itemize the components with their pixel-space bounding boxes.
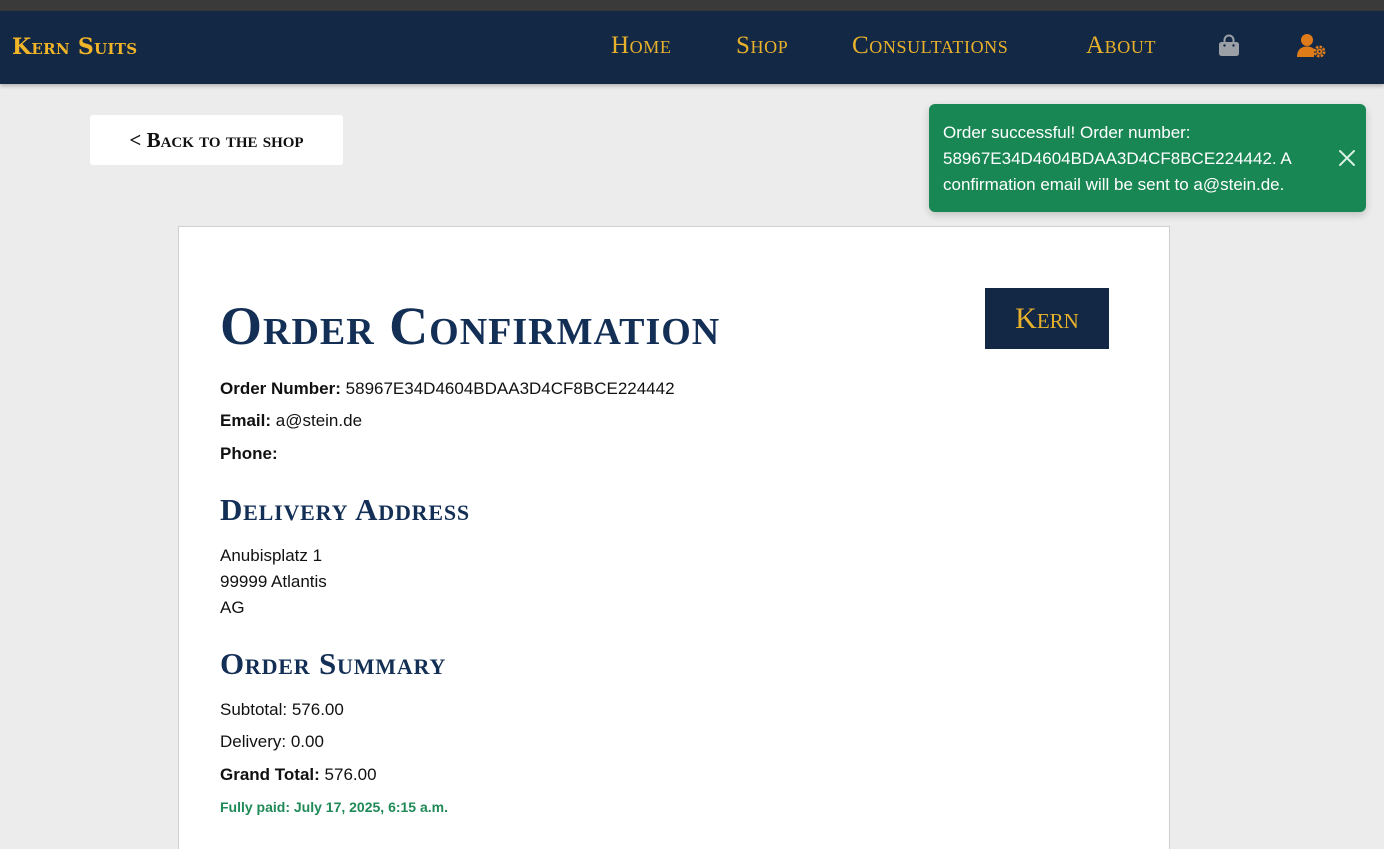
- phone-row: Phone:: [220, 444, 278, 464]
- grand-total-value: 576.00: [324, 765, 377, 784]
- order-confirmation-card: Order Confirmation Kern Order Number: 58…: [178, 226, 1170, 849]
- browser-top-strip: [0, 0, 1384, 11]
- main-navbar: Kern Suits Home Shop Consultations About: [0, 11, 1384, 84]
- kern-logo-box: Kern: [985, 288, 1109, 349]
- order-number-label: Order Number:: [220, 379, 341, 398]
- nav-about[interactable]: About: [1086, 32, 1156, 60]
- toast-message: Order successful! Order number: 58967E34…: [943, 123, 1291, 194]
- user-gear-icon[interactable]: [1297, 33, 1327, 64]
- nav-home[interactable]: Home: [611, 32, 671, 60]
- shopping-bag-icon[interactable]: [1218, 34, 1240, 63]
- grand-total-label: Grand Total:: [220, 765, 320, 784]
- nav-shop[interactable]: Shop: [736, 32, 788, 60]
- delivery-cost-row: Delivery: 0.00: [220, 732, 324, 751]
- address-country: AG: [220, 598, 245, 617]
- address-city: 99999 Atlantis: [220, 572, 327, 591]
- order-number-row: Order Number: 58967E34D4604BDAA3D4CF8BCE…: [220, 379, 675, 399]
- page-title: Order Confirmation: [220, 296, 721, 356]
- delivery-address-heading: Delivery Address: [220, 492, 470, 527]
- email-label: Email:: [220, 411, 272, 430]
- email-value: a@stein.de: [275, 411, 363, 430]
- order-number-value: 58967E34D4604BDAA3D4CF8BCE224442: [345, 379, 675, 398]
- order-summary-heading: Order Summary: [220, 646, 447, 681]
- back-to-shop-button[interactable]: < Back to the shop: [90, 115, 343, 165]
- subtotal-row: Subtotal: 576.00: [220, 700, 344, 719]
- success-toast: Order successful! Order number: 58967E34…: [929, 104, 1366, 212]
- grand-total-row: Grand Total: 576.00: [220, 765, 377, 785]
- close-icon[interactable]: [1338, 149, 1356, 167]
- address-street: Anubisplatz 1: [220, 546, 323, 565]
- email-row: Email: a@stein.de: [220, 411, 362, 431]
- phone-label: Phone:: [220, 444, 278, 463]
- brand-logo[interactable]: Kern Suits: [12, 34, 137, 60]
- nav-consultations[interactable]: Consultations: [852, 32, 1008, 60]
- payment-status: Fully paid: July 17, 2025, 6:15 a.m.: [220, 799, 448, 815]
